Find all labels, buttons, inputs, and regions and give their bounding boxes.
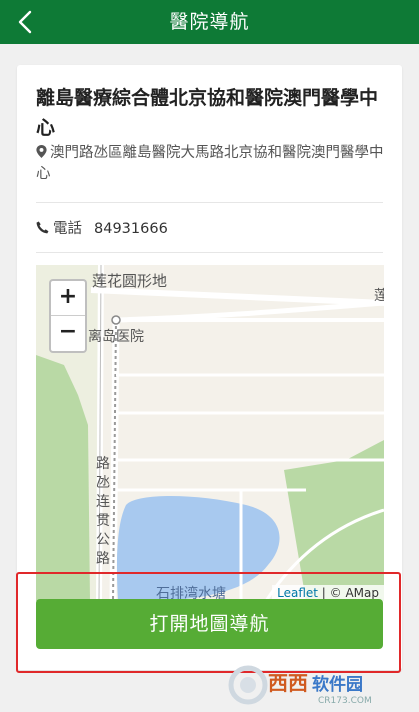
page-title: 醫院導航 — [169, 11, 250, 33]
svg-text:软件园: 软件园 — [312, 674, 363, 695]
phone-row[interactable]: 電話 84931666 — [36, 215, 168, 243]
map-label: 路氹连贯公路 — [96, 456, 110, 567]
attribution-separator: | — [317, 586, 330, 600]
zoom-control: + − — [49, 279, 87, 353]
leaflet-link[interactable]: Leaflet — [277, 586, 318, 600]
hospital-address: 澳門路氹區離島醫院大馬路北京協和醫院澳門醫學中心 — [36, 145, 384, 182]
zoom-in-button[interactable]: + — [51, 281, 85, 316]
divider — [36, 202, 383, 203]
location-pin-icon — [36, 145, 47, 158]
address-row: 澳門路氹區離島醫院大馬路北京協和醫院澳門醫學中心 — [36, 143, 386, 185]
svg-text:西西: 西西 — [268, 671, 308, 695]
hospital-card: 離島醫療綜合體北京協和醫院澳門醫學中心 澳門路氹區離島醫院大馬路北京協和醫院澳門… — [17, 65, 402, 670]
map-label: 离岛医院 — [88, 329, 144, 345]
zoom-out-button[interactable]: − — [51, 316, 85, 350]
map-view[interactable]: + − 莲花圆形地 离岛医院 莲 路氹连贯公路 石排湾水塘 Leaflet | … — [36, 265, 384, 601]
divider — [36, 252, 383, 253]
phone-number[interactable]: 84931666 — [94, 221, 168, 237]
hospital-name: 離島醫療綜合體北京協和醫院澳門醫學中心 — [36, 87, 379, 139]
open-map-navigation-button[interactable]: 打開地圖導航 — [36, 599, 383, 649]
map-tiles — [36, 265, 384, 601]
map-label: 莲花圆形地 — [92, 272, 168, 290]
phone-icon — [36, 221, 49, 234]
app-header: 醫院導航 — [0, 0, 419, 44]
amap-credit: © AMap — [329, 586, 379, 600]
phone-label: 電話 — [53, 221, 82, 237]
map-label: 莲 — [374, 288, 384, 304]
watermark-logo: 西西 软件园 CR173.COM — [228, 665, 372, 706]
svg-text:CR173.COM: CR173.COM — [318, 696, 372, 706]
